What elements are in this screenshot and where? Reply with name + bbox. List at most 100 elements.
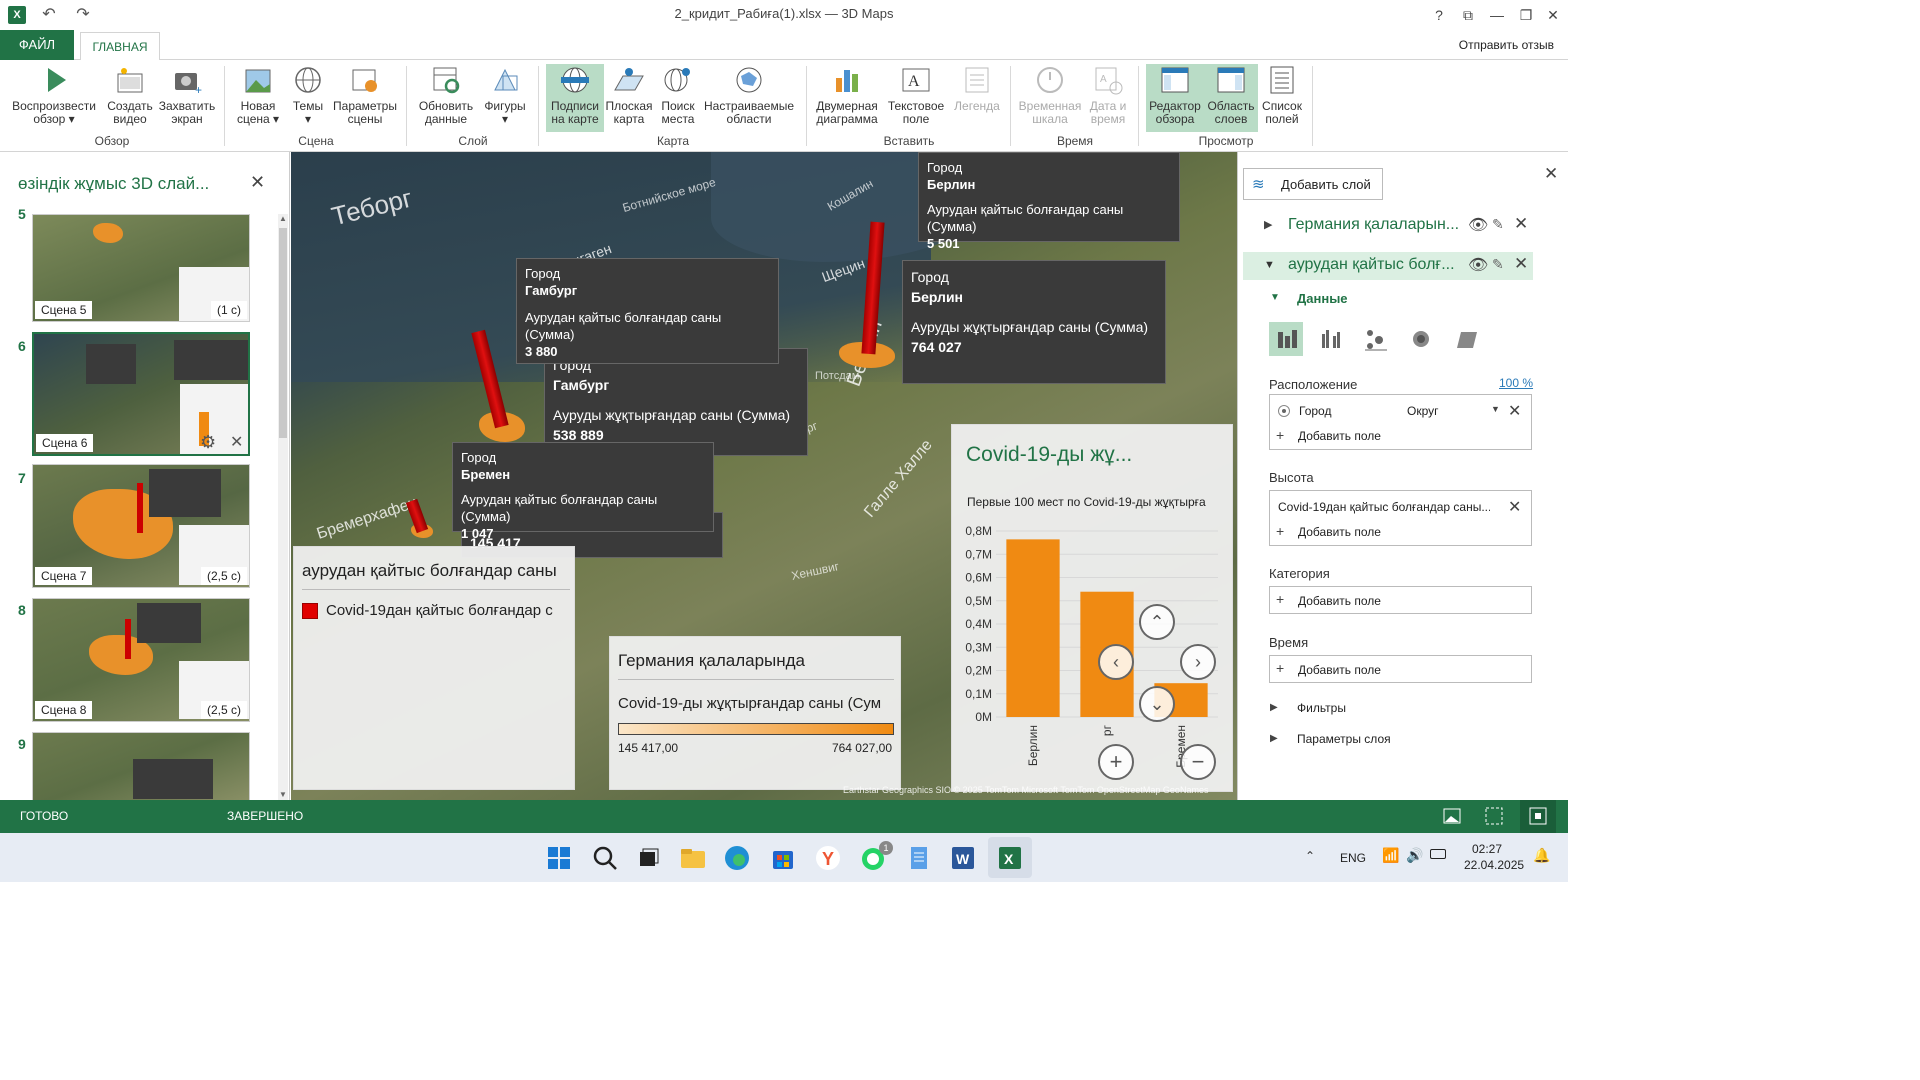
task-view-icon[interactable] [634,843,664,873]
search-icon[interactable] [590,843,620,873]
data-bar-bremen[interactable] [405,498,429,534]
heat-map-button[interactable] [1404,322,1438,356]
collapse-icon[interactable]: ▼ [1264,259,1275,271]
word-icon[interactable]: W [948,843,978,873]
tour-editor-button[interactable]: Редактор обзора [1146,64,1204,132]
scene-thumbnail-9[interactable] [32,732,250,800]
excel-icon[interactable]: X [995,843,1025,873]
shapes-button[interactable]: Фигуры ▾ [480,64,530,126]
add-field-link[interactable]: Добавить поле [1298,429,1381,443]
zoom-in-button[interactable]: + [1098,744,1134,780]
add-layer-button[interactable]: ≋ Добавить слой [1243,168,1383,200]
bar-Берлин[interactable] [1006,539,1060,717]
find-location-button[interactable]: Поиск места [656,64,700,126]
clock-date[interactable]: 22.04.2025 [1464,858,1524,872]
close-icon[interactable]: ✕ [1544,164,1558,184]
dropdown-icon[interactable]: ▼ [1491,404,1500,414]
file-explorer-icon[interactable] [678,843,708,873]
pencil-icon[interactable]: ✎ [1492,256,1504,273]
remove-field-icon[interactable]: ✕ [1508,401,1521,421]
region-button[interactable] [1449,322,1483,356]
minimize-button[interactable]: — [1484,5,1510,25]
stacked-column-button[interactable] [1269,322,1303,356]
fullscreen-icon[interactable]: ⧉ [1455,5,1481,25]
capture-icon[interactable] [1484,806,1504,826]
tilt-down-button[interactable]: ⌄ [1139,686,1175,722]
new-scene-button[interactable]: Новая сцена ▾ [232,64,284,126]
add-field-link[interactable]: Добавить поле [1298,525,1381,539]
eye-icon[interactable]: 👁 [1468,215,1488,235]
filters-section[interactable]: Фильтры [1297,701,1346,715]
full-screen-button[interactable] [1520,800,1556,833]
themes-button[interactable]: Темы ▾ [286,64,330,126]
eye-icon[interactable]: 👁 [1468,255,1488,275]
tab-file[interactable]: ФАЙЛ [0,30,74,60]
notepad-icon[interactable] [904,843,934,873]
rotate-left-button[interactable]: ‹ [1098,644,1134,680]
wifi-icon[interactable]: 📶 [1382,847,1399,864]
gear-icon[interactable]: ⚙ [200,432,216,453]
help-icon[interactable]: ? [1426,5,1452,25]
layer-pane-button[interactable]: Область слоев [1204,64,1258,132]
legend-infected[interactable]: Германия қалаларында Covid-19-ды жұқтырғ… [609,636,901,790]
custom-regions-button[interactable]: Настраиваемые области [702,64,796,126]
layer-name[interactable]: аурудан қайтыс болғ... [1288,256,1460,274]
volume-icon[interactable]: 🔊 [1406,847,1423,864]
scrollbar-thumb[interactable] [279,228,287,438]
close-button[interactable]: ✕ [1540,5,1566,25]
timeline-button[interactable]: Временная шкала [1016,64,1084,126]
battery-icon[interactable] [1430,849,1446,859]
start-icon[interactable] [544,843,574,873]
zoom-out-button[interactable]: − [1180,744,1216,780]
chart-card[interactable]: Covid-19-ды жұ... Первые 100 мест по Cov… [951,424,1233,792]
radio-icon[interactable] [1278,405,1290,417]
delete-icon[interactable]: ✕ [230,432,243,452]
field-list-button[interactable]: Список полей [1258,64,1306,126]
legend-deaths[interactable]: аурудан қайтыс болғандар саны Covid-19да… [293,546,575,790]
clustered-column-button[interactable] [1314,322,1348,356]
scene-thumbnail-7[interactable]: Сцена 7 (2,5 с) [32,464,250,588]
scene-options-button[interactable]: Параметры сцены [330,64,400,126]
scene-thumbnail-6[interactable]: Сцена 6 ⚙ ✕ [32,332,250,456]
notifications-icon[interactable]: 🔔 [1533,847,1550,864]
map-labels-button[interactable]: Подписи на карте [546,64,604,132]
rotate-right-button[interactable]: › [1180,644,1216,680]
legend-button[interactable]: Легенда [950,64,1004,113]
expand-icon[interactable]: ▶ [1270,733,1278,744]
tab-home[interactable]: ГЛАВНАЯ [80,32,160,61]
create-video-button[interactable]: Создать видео [102,64,158,126]
2d-chart-button[interactable]: Двумерная диаграмма [812,64,882,126]
tray-expand-icon[interactable]: ⌃ [1305,849,1315,863]
store-icon[interactable] [768,843,798,873]
text-box-button[interactable]: A Текстовое поле [884,64,948,126]
language-indicator[interactable]: ENG [1340,851,1366,865]
pencil-icon[interactable]: ✎ [1492,216,1504,233]
clock-time[interactable]: 02:27 [1472,842,1502,856]
add-field-link[interactable]: Добавить поле [1298,594,1381,608]
play-tour-button[interactable]: Воспроизвести обзор ▾ [8,64,100,126]
location-percent[interactable]: 100 % [1499,376,1533,390]
yandex-icon[interactable]: Y [813,843,843,873]
scene-thumbnail-5[interactable]: Сцена 5 (1 с) [32,214,250,322]
bubble-button[interactable] [1359,322,1393,356]
close-icon[interactable]: ✕ [250,172,265,193]
refresh-data-button[interactable]: Обновить данные [414,64,478,126]
remove-field-icon[interactable]: ✕ [1508,497,1521,517]
add-field-link[interactable]: Добавить поле [1298,663,1381,677]
data-section-header[interactable]: Данные [1297,291,1348,306]
delete-layer-icon[interactable]: ✕ [1514,254,1528,274]
maximize-button[interactable]: ❐ [1513,5,1539,25]
delete-layer-icon[interactable]: ✕ [1514,214,1528,234]
layer-name[interactable]: Германия қалаларын... [1288,216,1458,234]
expand-icon[interactable]: ▶ [1264,218,1272,231]
tilt-up-button[interactable]: ⌃ [1139,604,1175,640]
feedback-link[interactable]: Отправить отзыв [1459,38,1554,52]
edge-icon[interactable] [722,843,752,873]
tour-title[interactable]: өзіндік жұмыс 3D слай... [18,174,209,194]
capture-screen-button[interactable]: + Захватить экран [158,64,216,126]
layer-options-section[interactable]: Параметры слоя [1297,732,1391,746]
scroll-down-icon[interactable]: ▼ [279,790,287,799]
scroll-up-icon[interactable]: ▲ [279,214,287,223]
map-view[interactable]: Теборг Копенгаген Ботнийское море Щецин … [291,152,1237,800]
date-time-button[interactable]: A Дата и время [1086,64,1130,126]
